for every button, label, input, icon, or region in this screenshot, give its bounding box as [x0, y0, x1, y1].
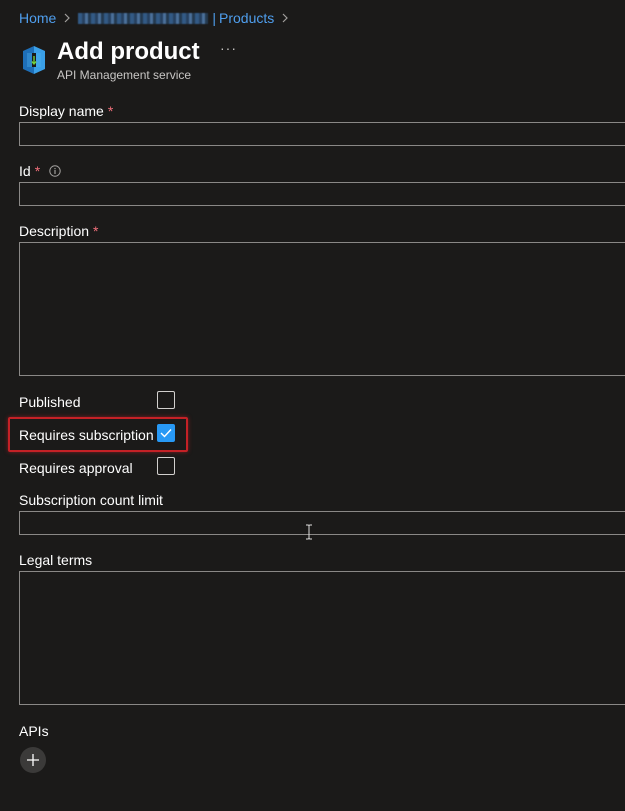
display-name-label-text: Display name	[19, 103, 104, 119]
published-label: Published	[19, 394, 81, 410]
description-textarea[interactable]	[19, 242, 625, 376]
more-options-button[interactable]: ···	[220, 40, 237, 56]
legal-terms-label: Legal terms	[19, 552, 92, 568]
api-management-icon	[23, 46, 45, 74]
requires-subscription-label-text: Requires subscription	[19, 427, 154, 443]
required-marker: *	[93, 223, 99, 239]
display-name-label: Display name *	[19, 103, 113, 119]
breadcrumb-home-link[interactable]: Home	[19, 10, 56, 26]
id-label: Id *	[19, 163, 61, 179]
published-label-text: Published	[19, 394, 81, 410]
published-checkbox[interactable]	[157, 391, 175, 409]
breadcrumb-products-link[interactable]: Products	[219, 10, 274, 26]
requires-approval-label: Requires approval	[19, 460, 133, 476]
text-cursor-icon	[306, 524, 312, 540]
info-icon[interactable]	[49, 165, 61, 177]
subscription-count-limit-label: Subscription count limit	[19, 492, 163, 508]
description-label: Description *	[19, 223, 98, 239]
add-api-button[interactable]	[20, 747, 46, 773]
display-name-input[interactable]	[19, 122, 625, 146]
legal-terms-textarea[interactable]	[19, 571, 625, 705]
requires-approval-label-text: Requires approval	[19, 460, 133, 476]
description-label-text: Description	[19, 223, 90, 239]
breadcrumb-separator: |	[212, 10, 216, 26]
requires-subscription-checkbox[interactable]	[157, 424, 175, 442]
breadcrumb: Home | Products	[19, 10, 296, 26]
title-block: Add product API Management service	[57, 38, 200, 82]
requires-approval-checkbox[interactable]	[157, 457, 175, 475]
apis-label-text: APIs	[19, 723, 49, 739]
chevron-right-icon	[64, 13, 71, 23]
required-marker: *	[107, 103, 114, 119]
legal-terms-label-text: Legal terms	[19, 552, 93, 568]
subscription-count-limit-input[interactable]	[19, 511, 625, 535]
page-header: Add product API Management service	[19, 38, 200, 82]
chevron-right-icon	[282, 13, 289, 23]
checkmark-icon	[160, 429, 172, 438]
subscription-count-limit-label-text: Subscription count limit	[19, 492, 163, 508]
id-input[interactable]	[19, 182, 625, 206]
id-label-text: Id	[19, 163, 31, 179]
breadcrumb-service-name-redacted[interactable]	[78, 12, 209, 24]
required-marker: *	[34, 163, 41, 179]
plus-icon	[27, 754, 39, 766]
requires-subscription-label: Requires subscription	[19, 427, 154, 443]
apis-label: APIs	[19, 723, 49, 739]
page-subtitle: API Management service	[57, 68, 192, 82]
page-title: Add product	[57, 38, 200, 65]
